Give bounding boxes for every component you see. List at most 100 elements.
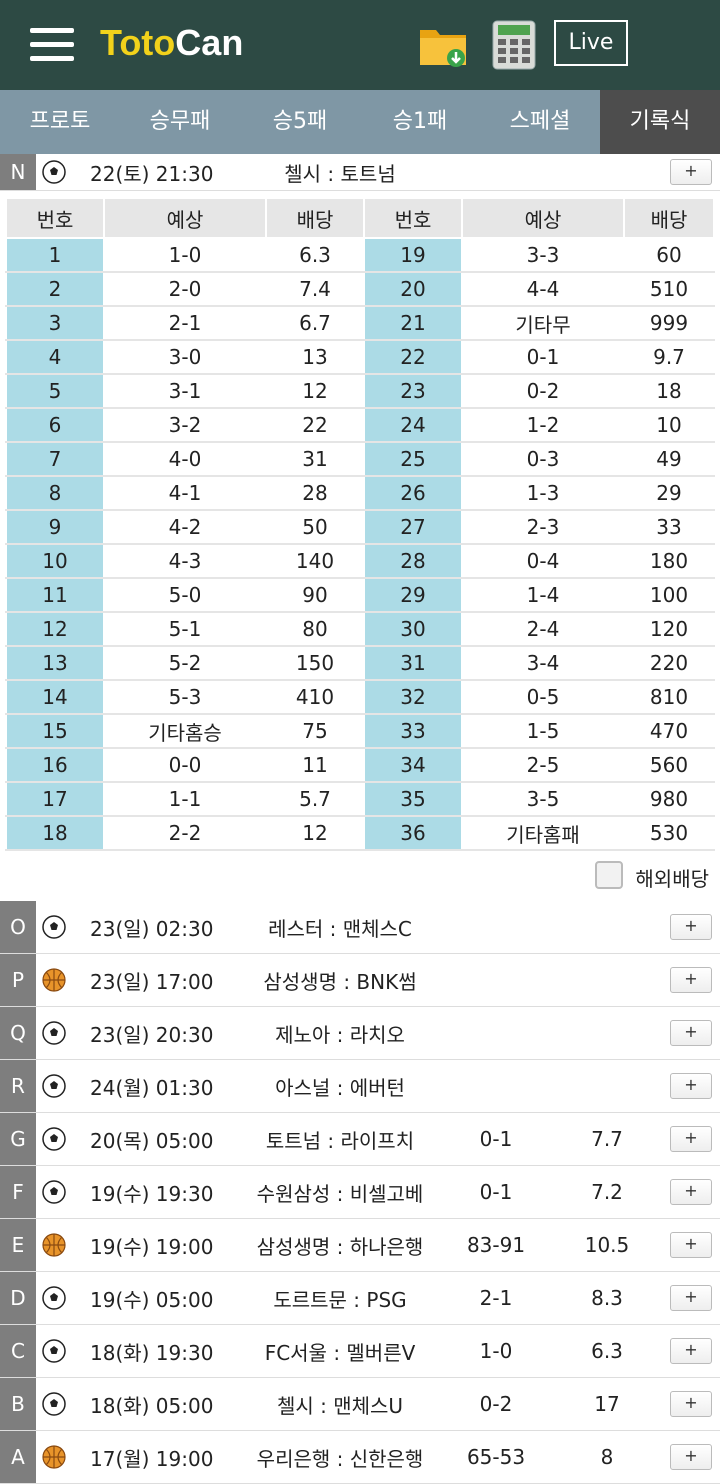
match-letter: D: [0, 1272, 36, 1324]
soccer-ball-icon: [42, 1286, 66, 1310]
row-odds: 10: [623, 407, 715, 443]
match-date: 20(목) 05:00: [90, 1128, 214, 1153]
tab-special[interactable]: 스페셜: [480, 90, 600, 154]
odds-row: 16 0-0 11 34 2-5 560: [5, 747, 715, 783]
row-number: 30: [363, 611, 463, 647]
match-row[interactable]: C 18(화) 19:30 FC서울 : 멜버른V 1-0 6.3 +: [0, 1325, 720, 1378]
odds-row: 4 3-0 13 22 0-1 9.7: [5, 339, 715, 375]
app-logo[interactable]: TotoCan: [100, 22, 243, 64]
expanded-match-row[interactable]: N 22(토) 21:30 첼시 : 토트넘 +: [0, 154, 720, 191]
row-prediction: 2-4: [461, 611, 625, 647]
tab-record[interactable]: 기록식: [600, 90, 720, 154]
live-button[interactable]: Live: [554, 20, 628, 66]
row-odds: 530: [623, 815, 715, 851]
match-date: 18(화) 05:00: [90, 1393, 214, 1418]
row-odds: 999: [623, 305, 715, 341]
row-odds: 120: [623, 611, 715, 647]
row-number: 22: [363, 339, 463, 375]
expand-button[interactable]: +: [670, 1285, 712, 1311]
match-teams: 삼성생명 : BNK썸: [263, 969, 417, 994]
row-number: 18: [5, 815, 105, 851]
expand-button[interactable]: +: [670, 159, 712, 185]
row-number: 32: [363, 679, 463, 715]
tab-proto[interactable]: 프로토: [0, 90, 120, 154]
match-row[interactable]: E 19(수) 19:00 삼성생명 : 하나은행 83-91 10.5 +: [0, 1219, 720, 1272]
expand-button[interactable]: +: [670, 1338, 712, 1364]
match-row[interactable]: F 19(수) 19:30 수원삼성 : 비셀고베 0-1 7.2 +: [0, 1166, 720, 1219]
row-odds: 9.7: [623, 339, 715, 375]
row-prediction: 5-3: [103, 679, 267, 715]
row-number: 6: [5, 407, 105, 443]
odds-row: 10 4-3 140 28 0-4 180: [5, 543, 715, 579]
row-number: 1: [5, 237, 105, 273]
match-row[interactable]: P 23(일) 17:00 삼성생명 : BNK썸 +: [0, 954, 720, 1007]
row-number: 36: [363, 815, 463, 851]
row-number: 24: [363, 407, 463, 443]
match-row[interactable]: B 18(화) 05:00 첼시 : 맨체스U 0-2 17 +: [0, 1378, 720, 1431]
match-row[interactable]: A 17(월) 19:00 우리은행 : 신한은행 65-53 8 +: [0, 1431, 720, 1484]
match-letter: A: [0, 1431, 36, 1483]
row-number: 35: [363, 781, 463, 817]
expand-button[interactable]: +: [670, 1020, 712, 1046]
row-number: 23: [363, 373, 463, 409]
match-score: 0-1: [479, 1127, 513, 1151]
row-prediction: 4-0: [103, 441, 267, 477]
row-number: 8: [5, 475, 105, 511]
row-number: 26: [363, 475, 463, 511]
expand-button[interactable]: +: [670, 1073, 712, 1099]
match-odds: 17: [594, 1392, 620, 1416]
match-teams: 첼시 : 맨체스U: [276, 1393, 404, 1418]
menu-icon[interactable]: [30, 28, 74, 62]
tab-win-draw-lose[interactable]: 승무패: [120, 90, 240, 154]
expand-button[interactable]: +: [670, 1179, 712, 1205]
tab-win-1-lose[interactable]: 승1패: [360, 90, 480, 154]
overseas-odds-checkbox[interactable]: [595, 861, 623, 889]
odds-detail-panel: 번호 예상 배당 번호 예상 배당 1 1-0 6.3 19 3-3 60 2 2-0 7.4 2…: [0, 191, 720, 901]
row-odds: 5.7: [265, 781, 365, 817]
expand-button[interactable]: +: [670, 1232, 712, 1258]
row-number: 10: [5, 543, 105, 579]
row-prediction: 1-2: [461, 407, 625, 443]
row-number: 3: [5, 305, 105, 341]
expand-button[interactable]: +: [670, 1126, 712, 1152]
row-prediction: 3-5: [461, 781, 625, 817]
match-row[interactable]: Q 23(일) 20:30 제노아 : 라치오 +: [0, 1007, 720, 1060]
match-row[interactable]: D 19(수) 05:00 도르트문 : PSG 2-1 8.3 +: [0, 1272, 720, 1325]
match-date: 19(수) 19:30: [90, 1181, 214, 1206]
folder-download-icon[interactable]: [418, 22, 470, 68]
row-odds: 980: [623, 781, 715, 817]
row-odds: 90: [265, 577, 365, 613]
row-number: 4: [5, 339, 105, 375]
row-prediction: 기타무: [461, 305, 625, 341]
odds-table: 번호 예상 배당 번호 예상 배당 1 1-0 6.3 19 3-3 60 2 2-0 7.4 2…: [5, 197, 715, 851]
app-header: TotoCan Live: [0, 0, 720, 90]
match-teams: 우리은행 : 신한은행: [256, 1446, 424, 1471]
row-number: 20: [363, 271, 463, 307]
match-teams: FC서울 : 멜버른V: [264, 1340, 416, 1365]
row-odds: 470: [623, 713, 715, 749]
row-odds: 220: [623, 645, 715, 681]
expand-button[interactable]: +: [670, 967, 712, 993]
row-number: 2: [5, 271, 105, 307]
match-row[interactable]: G 20(목) 05:00 토트넘 : 라이프치 0-1 7.7 +: [0, 1113, 720, 1166]
row-prediction: 2-0: [103, 271, 267, 307]
odds-row: 12 5-1 80 30 2-4 120: [5, 611, 715, 647]
row-odds: 6.3: [265, 237, 365, 273]
row-odds: 28: [265, 475, 365, 511]
row-number: 9: [5, 509, 105, 545]
row-odds: 49: [623, 441, 715, 477]
match-odds: 7.7: [591, 1127, 623, 1151]
odds-row: 9 4-2 50 27 2-3 33: [5, 509, 715, 545]
row-odds: 410: [265, 679, 365, 715]
calculator-icon[interactable]: [492, 20, 536, 70]
row-prediction: 4-4: [461, 271, 625, 307]
tab-win-5-lose[interactable]: 승5패: [240, 90, 360, 154]
match-row[interactable]: R 24(월) 01:30 아스널 : 에버턴 +: [0, 1060, 720, 1113]
expand-button[interactable]: +: [670, 1444, 712, 1470]
row-odds: 140: [265, 543, 365, 579]
expand-button[interactable]: +: [670, 914, 712, 940]
odds-row: 7 4-0 31 25 0-3 49: [5, 441, 715, 477]
row-odds: 510: [623, 271, 715, 307]
expand-button[interactable]: +: [670, 1391, 712, 1417]
match-row[interactable]: O 23(일) 02:30 레스터 : 맨체스C +: [0, 901, 720, 954]
